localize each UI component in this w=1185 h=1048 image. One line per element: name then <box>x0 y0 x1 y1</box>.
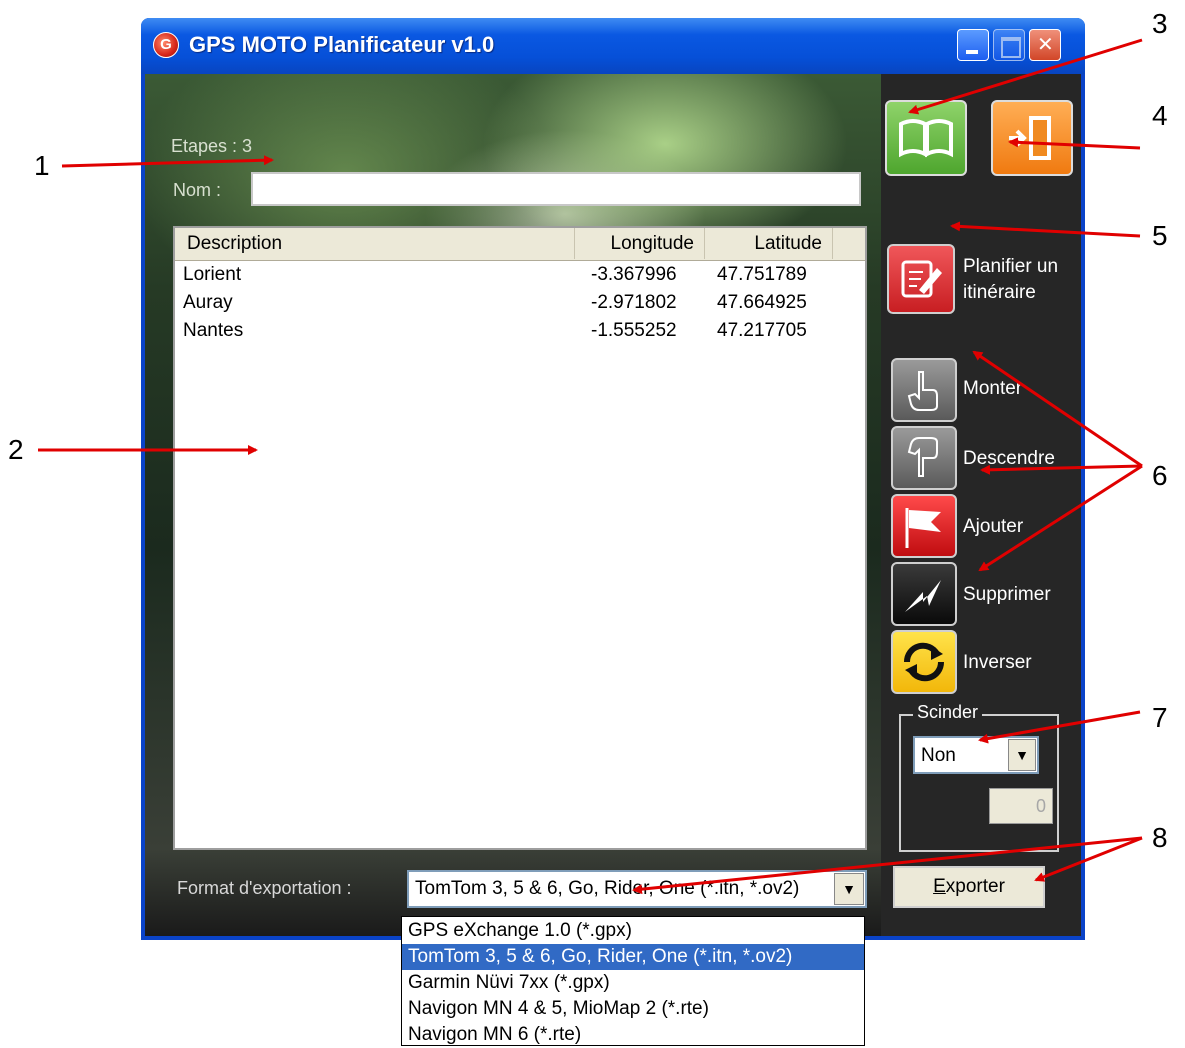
annotation-arrows <box>38 38 1143 895</box>
